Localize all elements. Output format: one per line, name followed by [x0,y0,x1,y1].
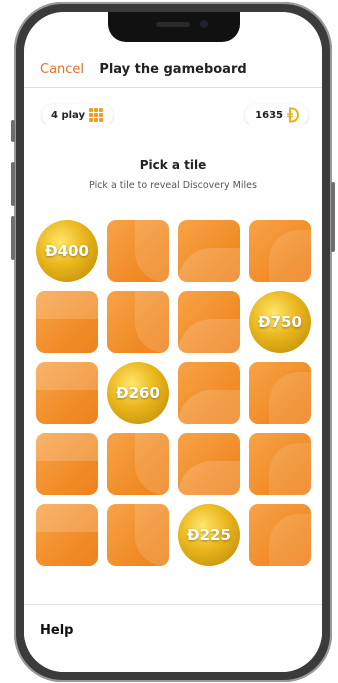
game-tile[interactable] [36,433,98,495]
coin-value: Đ260 [116,384,160,402]
tile-sheen [269,443,311,495]
miles-balance: 1635 [255,109,283,121]
coin-value: Đ400 [45,242,89,260]
miles-badge: 1635 [245,104,308,126]
revealed-tile-coin: Đ750 [249,291,311,353]
coin-value: Đ225 [187,526,231,544]
tile-sheen [36,291,98,319]
coin-value: Đ750 [258,313,302,331]
tile-sheen [36,433,98,461]
help-link[interactable]: Help [40,623,73,638]
game-tile[interactable] [178,362,240,424]
tile-sheen [269,230,311,282]
volume-down-button [11,216,15,260]
tile-sheen [178,461,240,495]
game-tile[interactable] [249,433,311,495]
tile-sheen [269,514,311,566]
game-tile[interactable] [249,220,311,282]
game-tile[interactable] [178,291,240,353]
game-tile[interactable] [249,504,311,566]
game-tile[interactable] [107,291,169,353]
revealed-tile-coin: Đ400 [36,220,98,282]
plays-badge: 4 play [42,104,113,126]
game-tile[interactable] [107,220,169,282]
tile-sheen [135,291,169,353]
game-tile[interactable] [36,291,98,353]
tile-sheen [178,248,240,282]
footer-bar: Help [24,604,322,672]
power-button [331,182,335,252]
revealed-tile-coin: Đ260 [107,362,169,424]
app-screen: Cancel Play the gameboard 4 play 1635 Pi… [24,12,322,672]
tile-sheen [36,362,98,390]
board-heading: Pick a tile [139,158,207,172]
tile-sheen [135,433,169,495]
game-tile[interactable] [36,504,98,566]
tile-sheen [178,390,240,424]
nav-bar: Cancel Play the gameboard [24,60,322,86]
gameboard: Pick a tile Pick a tile to reveal Discov… [24,124,322,604]
speaker [156,22,190,27]
tile-sheen [135,504,169,566]
game-tile[interactable] [107,504,169,566]
tile-sheen [135,220,169,282]
tile-sheen [269,372,311,424]
page-title: Play the gameboard [99,62,247,77]
revealed-tile-coin: Đ225 [178,504,240,566]
game-tile[interactable] [36,362,98,424]
game-tile[interactable] [107,433,169,495]
nav-divider [24,87,322,88]
game-tile[interactable] [249,362,311,424]
board-subheading: Pick a tile to reveal Discovery Miles [89,180,257,191]
plays-count: 4 play [51,109,85,121]
notch [108,12,240,42]
front-camera [200,20,208,28]
game-tile[interactable] [178,220,240,282]
volume-up-button [11,162,15,206]
grid-icon [88,108,103,122]
mute-switch [11,120,15,142]
tile-sheen [178,319,240,353]
game-tile[interactable] [178,433,240,495]
tile-sheen [36,504,98,532]
discovery-miles-icon [287,107,299,123]
